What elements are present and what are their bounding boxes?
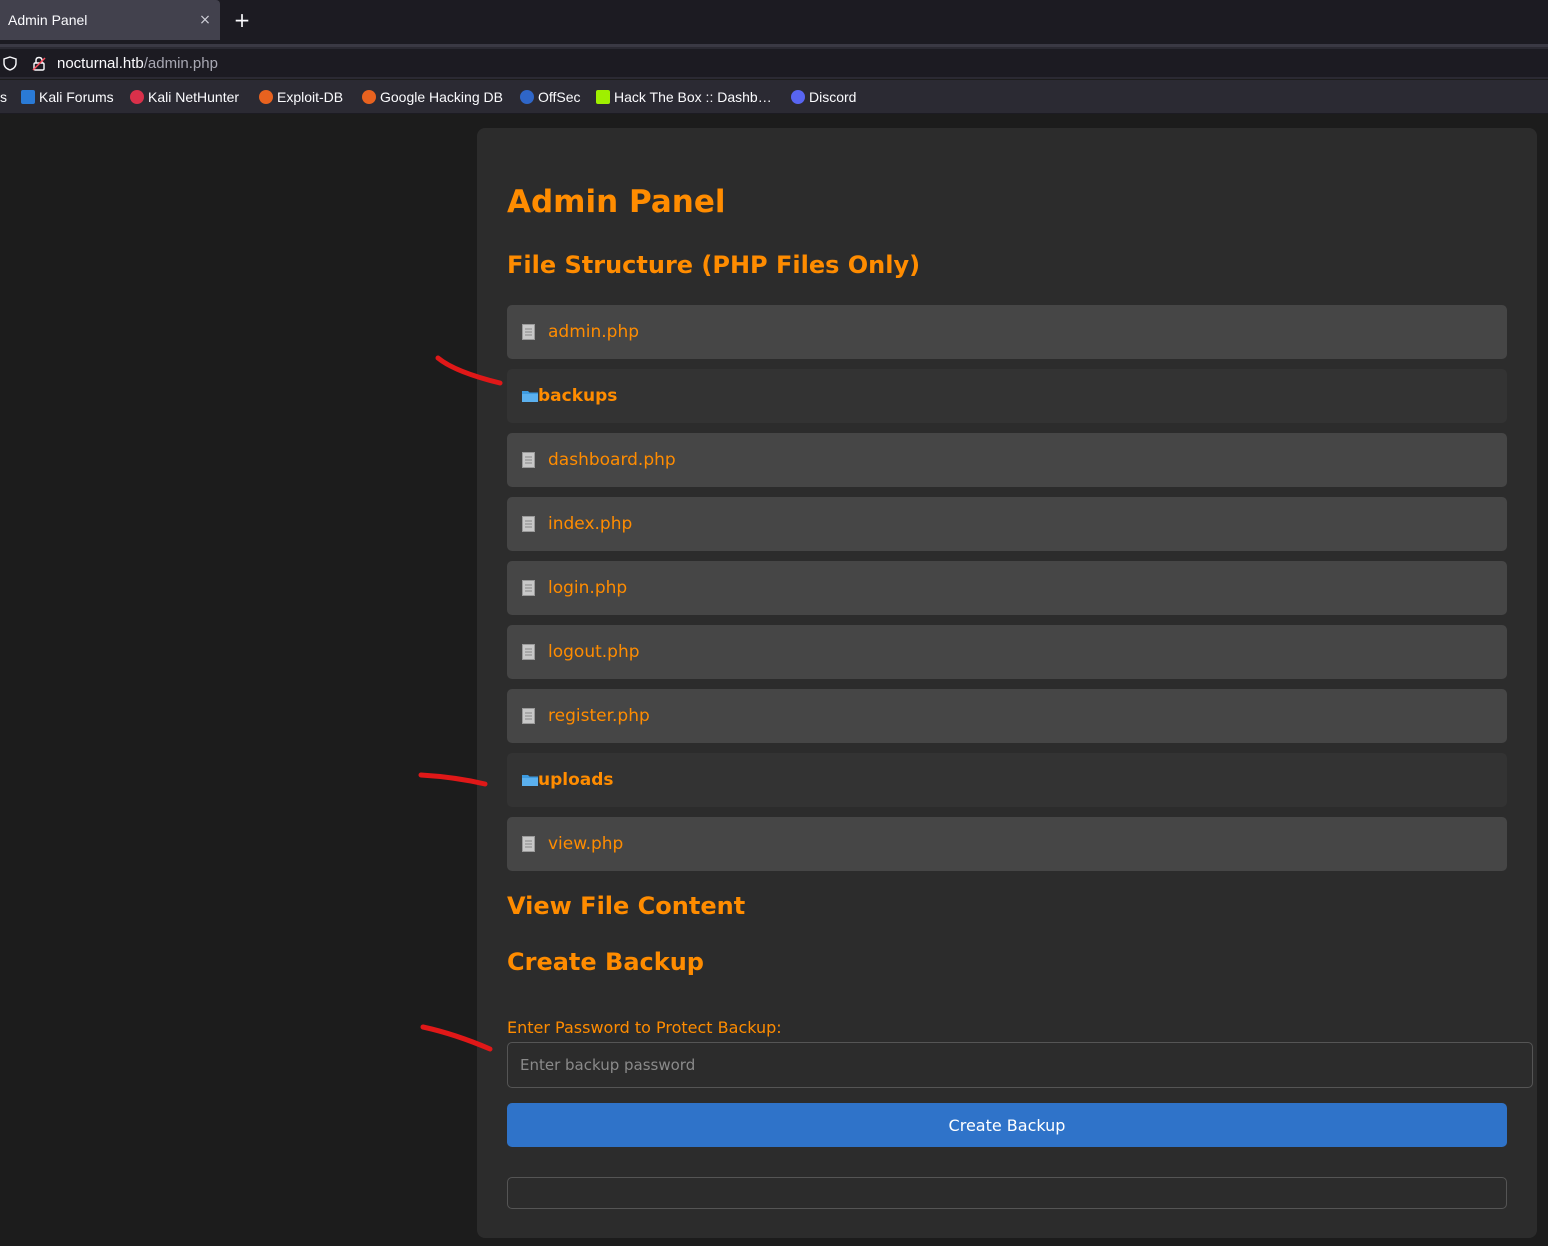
navigation-bar: nocturnal.htb/admin.php xyxy=(0,47,1548,79)
file-structure-heading: File Structure (PHP Files Only) xyxy=(507,251,921,279)
document-icon xyxy=(522,836,535,852)
tab-admin-panel[interactable]: Admin Panel × xyxy=(0,0,220,40)
file-item-admin-php[interactable]: admin.php xyxy=(507,305,1507,359)
hack-the-box-icon xyxy=(596,90,610,104)
annotation-mark-backups xyxy=(435,355,503,386)
bookmark-truncated[interactable]: s xyxy=(0,89,7,105)
bookmark-label: Hack The Box :: Dashb… xyxy=(614,89,772,105)
folder-name: uploads xyxy=(538,770,614,790)
bookmark-google-hacking-db[interactable]: Google Hacking DB xyxy=(362,89,503,105)
exploit-db-icon xyxy=(259,90,273,104)
bookmark-label: Google Hacking DB xyxy=(380,89,503,105)
bookmark-offsec[interactable]: OffSec xyxy=(520,89,581,105)
file-item-register-php[interactable]: register.php xyxy=(507,689,1507,743)
document-icon xyxy=(522,644,535,660)
folder-icon xyxy=(522,391,538,402)
file-item-logout-php[interactable]: logout.php xyxy=(507,625,1507,679)
folder-icon xyxy=(522,775,538,786)
bookmark-label: Kali NetHunter xyxy=(148,89,240,105)
page-viewport: Admin Panel File Structure (PHP Files On… xyxy=(0,115,1548,1246)
annotation-mark-uploads xyxy=(418,772,488,787)
file-name: login.php xyxy=(548,578,628,598)
view-file-content-heading: View File Content xyxy=(507,892,746,920)
offsec-icon xyxy=(520,90,534,104)
document-icon xyxy=(522,324,535,340)
bookmarks-toolbar: s Kali Forums Kali NetHunter Exploit-DB … xyxy=(0,80,1548,114)
create-backup-heading: Create Backup xyxy=(507,948,704,976)
kali-forums-icon xyxy=(21,90,35,104)
file-item-login-php[interactable]: login.php xyxy=(507,561,1507,615)
folder-item-uploads[interactable]: uploads xyxy=(507,753,1507,807)
folder-item-backups[interactable]: backups xyxy=(507,369,1507,423)
backup-password-input[interactable] xyxy=(507,1042,1533,1088)
url-host: nocturnal.htb xyxy=(57,55,144,72)
url-bar[interactable]: nocturnal.htb/admin.php xyxy=(0,49,1548,77)
file-item-view-php[interactable]: view.php xyxy=(507,817,1507,871)
new-tab-button[interactable]: + xyxy=(230,8,254,32)
file-name: admin.php xyxy=(548,322,640,342)
kali-nethunter-icon xyxy=(130,90,144,104)
bookmark-label: s xyxy=(0,89,7,105)
document-icon xyxy=(522,516,535,532)
file-name: register.php xyxy=(548,706,650,726)
document-icon xyxy=(522,580,535,596)
file-name: logout.php xyxy=(548,642,640,662)
bookmark-label: Discord xyxy=(809,89,857,105)
document-icon xyxy=(522,452,535,468)
backup-output-box xyxy=(507,1177,1507,1209)
url-text[interactable]: nocturnal.htb/admin.php xyxy=(57,55,218,72)
url-path: /admin.php xyxy=(143,55,218,72)
google-hacking-db-icon xyxy=(362,90,376,104)
lock-icon[interactable] xyxy=(32,56,46,71)
file-name: dashboard.php xyxy=(548,450,676,470)
shield-icon[interactable] xyxy=(3,56,17,71)
bookmark-kali-nethunter[interactable]: Kali NetHunter xyxy=(130,89,239,105)
bookmark-kali-forums[interactable]: Kali Forums xyxy=(21,89,114,105)
annotation-mark-password xyxy=(420,1024,493,1052)
admin-panel-card: Admin Panel File Structure (PHP Files On… xyxy=(477,128,1537,1238)
bookmark-label: Kali Forums xyxy=(39,89,114,105)
bookmark-label: Exploit-DB xyxy=(277,89,344,105)
document-icon xyxy=(522,708,535,724)
bookmark-exploit-db[interactable]: Exploit-DB xyxy=(259,89,343,105)
close-icon[interactable]: × xyxy=(190,12,220,28)
tab-bar: Admin Panel × + xyxy=(0,0,1548,44)
create-backup-button[interactable]: Create Backup xyxy=(507,1103,1507,1147)
discord-icon xyxy=(791,90,805,104)
file-item-dashboard-php[interactable]: dashboard.php xyxy=(507,433,1507,487)
page-title: Admin Panel xyxy=(507,184,726,220)
file-name: view.php xyxy=(548,834,624,854)
bookmark-hack-the-box[interactable]: Hack The Box :: Dashb… xyxy=(596,89,772,105)
folder-name: backups xyxy=(538,386,618,406)
tab-title: Admin Panel xyxy=(8,12,88,28)
file-item-index-php[interactable]: index.php xyxy=(507,497,1507,551)
bookmark-discord[interactable]: Discord xyxy=(791,89,856,105)
file-name: index.php xyxy=(548,514,633,534)
bookmark-label: OffSec xyxy=(538,89,581,105)
password-label: Enter Password to Protect Backup: xyxy=(507,1018,782,1037)
file-list: admin.php backups dashboard.php index.ph… xyxy=(507,305,1507,881)
